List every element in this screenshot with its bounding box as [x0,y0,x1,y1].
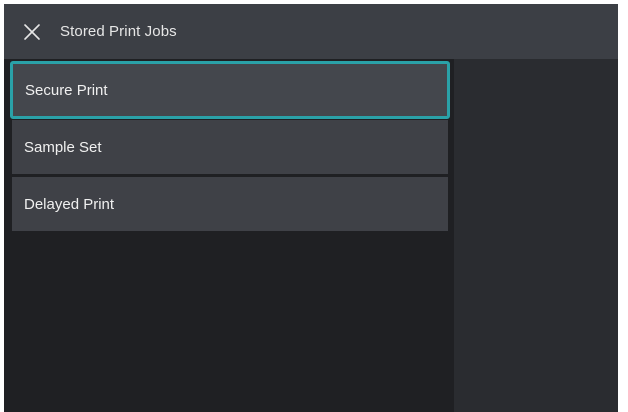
job-type-list: Secure Print Sample Set Delayed Print [10,61,450,234]
close-button[interactable] [20,20,44,44]
page-title: Stored Print Jobs [60,23,177,40]
header-bar: Stored Print Jobs [4,4,618,59]
job-type-panel: Secure Print Sample Set Delayed Print [4,59,454,412]
close-icon [24,23,40,40]
list-item-label: Delayed Print [24,195,115,213]
list-item-label: Secure Print [25,81,108,99]
stored-print-jobs-screen: Stored Print Jobs Secure Print Sample Se… [4,4,618,412]
list-item-label: Sample Set [24,138,102,156]
list-item-sample-set[interactable]: Sample Set [12,120,448,174]
detail-panel [454,59,618,412]
list-item-delayed-print[interactable]: Delayed Print [12,177,448,231]
list-item-secure-print[interactable]: Secure Print [10,61,450,119]
